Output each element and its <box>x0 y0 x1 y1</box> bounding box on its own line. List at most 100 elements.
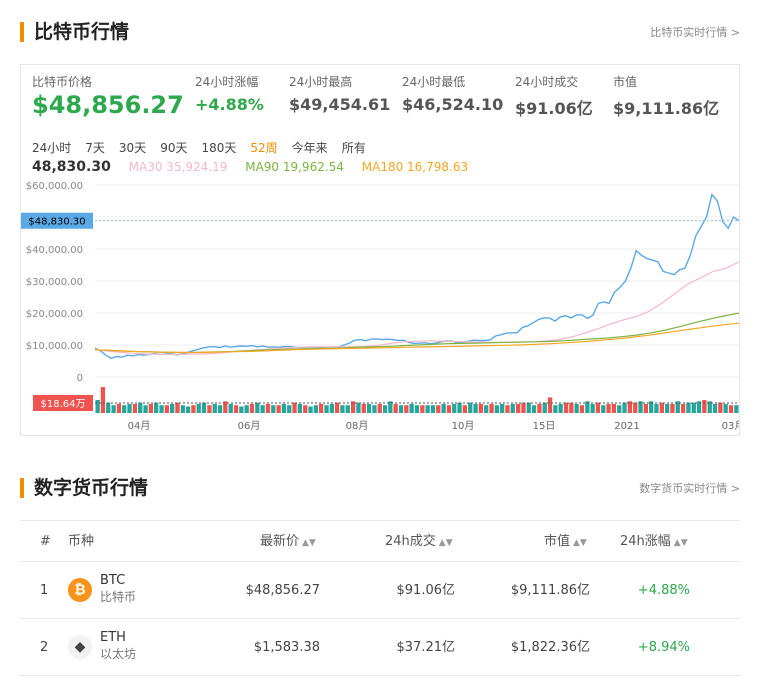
volume-bar <box>712 403 718 413</box>
period-tab[interactable]: 30天 <box>119 141 146 155</box>
stat-high: 24小时最高 $49,454.61 <box>289 73 390 114</box>
crypto-realtime-link[interactable]: 数字货币实时行情 > <box>639 480 740 496</box>
row-change: +4.88% <box>637 583 690 598</box>
period-tab[interactable]: 7天 <box>85 141 105 155</box>
volume-bar <box>207 405 212 413</box>
stat-value: +4.88% <box>195 95 264 114</box>
volume-bar <box>484 405 489 413</box>
volume-bar <box>606 403 611 413</box>
coin-name: ETH 以太坊 <box>100 630 136 662</box>
table-row[interactable]: 1 ₿ BTC 比特币 $48,856.27 $91.06亿 $9,111.86… <box>20 562 740 619</box>
volume-bar <box>287 405 292 413</box>
volume-bar <box>303 405 308 413</box>
volume-bar <box>233 405 239 413</box>
volume-bar <box>196 403 201 413</box>
volume-bar <box>542 402 547 413</box>
ethereum-icon: ◆ <box>68 635 92 659</box>
volume-bar <box>691 402 696 413</box>
y-tick-label: $10,000.00 <box>26 341 83 352</box>
crypto-table: # 币种 最新价 ▲▼ 24h成交 ▲▼ 市值 ▲▼ 24h涨幅 ▲▼ 1 ₿ BTC … <box>20 520 740 676</box>
volume-bar <box>526 402 531 413</box>
volume-bar <box>452 403 457 413</box>
volume-bar <box>462 405 467 413</box>
col-volume[interactable]: 24h成交 ▲▼ <box>385 521 453 564</box>
section-header-crypto: 数字货币行情 数字货币实时行情 > <box>20 476 740 500</box>
volume-bar <box>728 405 734 413</box>
period-tab[interactable]: 今年来 <box>292 141 328 155</box>
col-price[interactable]: 最新价 ▲▼ <box>260 521 316 564</box>
volume-bar <box>111 405 116 413</box>
volume-bar <box>132 403 138 413</box>
volume-bar <box>611 403 617 413</box>
period-tab[interactable]: 24小时 <box>32 141 71 155</box>
volume-bar <box>127 403 132 413</box>
volume-bar <box>617 405 622 413</box>
volume-bar <box>180 405 185 413</box>
y-tick-label: $60,000.00 <box>26 181 83 192</box>
col-change[interactable]: 24h涨幅 ▲▼ <box>620 521 688 564</box>
stat-label: 24小时成交 <box>515 75 579 89</box>
volume-bar <box>702 400 707 413</box>
series-line-ma180 <box>94 322 739 354</box>
volume-bar <box>319 403 324 413</box>
btc-realtime-link[interactable]: 比特币实时行情 > <box>650 24 740 40</box>
volume-bar <box>398 405 404 413</box>
stat-value: $49,454.61 <box>289 95 391 114</box>
period-tab[interactable]: 所有 <box>342 141 366 155</box>
volume-bar <box>366 403 372 413</box>
volume-bar <box>255 402 260 413</box>
volume-bar <box>420 405 425 413</box>
volume-bar <box>516 403 521 413</box>
volume-bar <box>569 402 574 413</box>
x-tick-label: 15日 <box>533 421 556 432</box>
period-tab[interactable]: 52周 <box>250 141 277 155</box>
x-tick-label: 06月 <box>238 420 261 432</box>
period-tab[interactable]: 180天 <box>201 141 236 155</box>
volume-bar <box>106 402 111 413</box>
coin-symbol: BTC <box>100 573 126 588</box>
volume-bar <box>372 405 377 413</box>
volume-bar <box>154 402 159 413</box>
volume-bar <box>249 403 255 413</box>
coin-name: BTC 比特币 <box>100 573 136 605</box>
stat-label: 24小时最高 <box>289 75 353 89</box>
volume-bar <box>265 403 271 413</box>
volume-bar <box>537 403 542 413</box>
sort-icon: ▲▼ <box>573 538 587 548</box>
row-rank: 1 <box>40 583 49 598</box>
ma180-label: MA180 16,798.63 <box>361 160 469 174</box>
period-tab[interactable]: 90天 <box>160 141 187 155</box>
volume-bar <box>292 402 297 413</box>
volume-bar <box>500 403 505 413</box>
volume-bar <box>595 402 601 413</box>
volume-bar <box>313 405 318 413</box>
volume-bar <box>718 402 723 413</box>
current-price-tag-label: $48,830.30 <box>28 217 85 228</box>
coin-cn-name: 以太坊 <box>100 647 137 661</box>
volume-bar <box>547 397 553 413</box>
col-rank: # <box>40 534 51 549</box>
table-row[interactable]: 2 ◆ ETH 以太坊 $1,583.38 $37.21亿 $1,822.36亿… <box>20 619 740 676</box>
row-price: $48,856.27 <box>245 583 320 598</box>
y-tick-label: $30,000.00 <box>26 277 83 288</box>
col-cap[interactable]: 市值 ▲▼ <box>544 521 587 564</box>
volume-bar <box>436 405 441 413</box>
sort-icon: ▲▼ <box>302 538 316 548</box>
volume-bar <box>473 403 478 413</box>
stat-value: $9,111.86亿 <box>613 99 720 118</box>
volume-bar <box>186 406 191 413</box>
volume-bar <box>361 403 366 413</box>
col-cap-label: 市值 <box>544 534 571 549</box>
volume-bar <box>122 405 127 413</box>
volume-bar <box>553 405 558 413</box>
volume-bar <box>478 403 483 413</box>
btc-chart-card: 比特币价格 $48,856.27 24小时涨幅 +4.88% 24小时最高 $4… <box>20 64 740 436</box>
volume-bar <box>159 405 164 413</box>
volume-bar <box>409 403 414 413</box>
price-chart[interactable]: $60,000.00$50,000.00$40,000.00$30,000.00… <box>21 177 739 435</box>
volume-bar <box>201 402 207 413</box>
section-accent-bar <box>20 22 24 42</box>
x-tick-label: 04月 <box>128 420 151 432</box>
stat-value: $48,856.27 <box>32 91 184 119</box>
volume-bar <box>260 405 265 413</box>
